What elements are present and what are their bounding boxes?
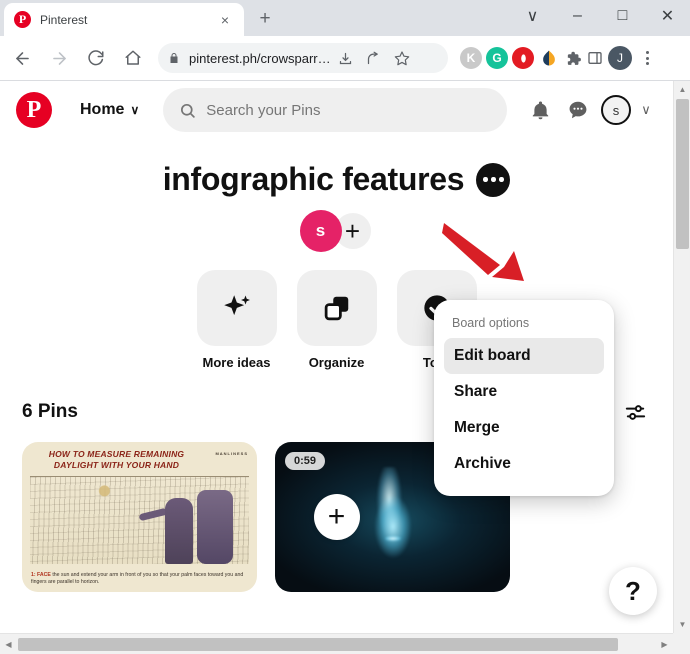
home-nav-button[interactable]: Home ∨ (68, 93, 151, 127)
browser-window: P Pinterest × + ∨ – □ ✕ pinterest.ph/cro… (0, 0, 690, 654)
chevron-down-icon: ∨ (130, 103, 140, 117)
vertical-scrollbar[interactable]: ▲ ▼ (673, 81, 690, 633)
search-input[interactable] (206, 101, 491, 119)
search-bar[interactable] (163, 88, 507, 132)
back-icon[interactable] (7, 43, 37, 73)
tile-label: More ideas (202, 355, 271, 370)
menu-item-edit-board[interactable]: Edit board (444, 338, 604, 374)
bell-icon[interactable] (523, 93, 557, 127)
bookmark-star-icon[interactable] (389, 45, 415, 71)
browser-tab-pinterest[interactable]: P Pinterest × (4, 3, 244, 36)
account-avatar[interactable]: s (601, 95, 631, 125)
maximize-button[interactable]: □ (600, 0, 645, 32)
forward-icon[interactable] (44, 43, 74, 73)
scroll-right-icon[interactable]: ▶ (656, 634, 673, 654)
board-title-row: infographic features (0, 161, 673, 198)
tab-title: Pinterest (40, 12, 88, 27)
page-viewport: P Home ∨ s ∨ infograph (0, 81, 673, 633)
tile-label: Organize (308, 355, 365, 370)
caption-step: 1: FACE (31, 571, 51, 578)
search-icon (179, 102, 196, 119)
menu-heading: Board options (452, 316, 530, 330)
kaspersky-extension-icon[interactable]: K (460, 47, 482, 69)
pins-count-label: 6 Pins (22, 401, 78, 422)
illustration-hiker-2 (197, 490, 233, 564)
minimize-button[interactable]: – (555, 0, 600, 32)
close-window-button[interactable]: ✕ (645, 0, 690, 32)
page-title: infographic features (162, 161, 465, 197)
chevron-down-icon[interactable]: ∨ (635, 93, 657, 127)
pinterest-logo-icon[interactable]: P (16, 92, 52, 128)
flame-creature-art (361, 467, 424, 564)
home-label: Home (80, 101, 125, 118)
menu-item-archive[interactable]: Archive (444, 446, 604, 482)
video-duration-badge: 0:59 (285, 452, 326, 470)
chat-bubble-icon[interactable] (561, 93, 595, 127)
install-app-icon[interactable] (333, 45, 359, 71)
horizontal-scrollbar[interactable]: ◀ ▶ (0, 633, 690, 654)
browser-menu-icon[interactable] (634, 43, 660, 73)
menu-item-merge[interactable]: Merge (444, 410, 604, 446)
share-icon[interactable] (361, 45, 387, 71)
pin-card-daylight-infographic[interactable]: HOW TO MEASURE REMAINING DAYLIGHT WITH Y… (22, 442, 257, 592)
tile-organize[interactable]: Organize (296, 270, 377, 370)
account-chevron-glyph: ∨ (641, 102, 651, 117)
flame-eye-glow (384, 536, 401, 542)
avatar[interactable]: s (299, 210, 342, 252)
honey-extension-icon[interactable] (538, 47, 560, 69)
pin-infographic-content: HOW TO MEASURE REMAINING DAYLIGHT WITH Y… (22, 442, 257, 592)
pin-infographic-illustration (30, 476, 249, 564)
board-more-options-button[interactable] (476, 162, 511, 197)
illustration-hiker-1 (165, 498, 193, 564)
browser-toolbar: pinterest.ph/crowsparr… K G J (0, 36, 690, 81)
home-icon[interactable] (118, 43, 148, 73)
grammarly-extension-icon[interactable]: G (486, 47, 508, 69)
browser-profile-avatar[interactable]: J (608, 46, 632, 70)
illustration-arm (138, 507, 168, 522)
pinterest-favicon-icon: P (14, 11, 31, 28)
add-pin-button[interactable]: + (313, 494, 360, 540)
scrollbar-corner (673, 633, 690, 654)
tab-strip: P Pinterest × + ∨ – □ ✕ (0, 0, 690, 36)
new-tab-button[interactable]: + (252, 5, 278, 31)
reload-icon[interactable] (81, 43, 111, 73)
filter-sliders-icon[interactable] (619, 396, 651, 428)
extension-icons: K G (460, 47, 604, 69)
url-text: pinterest.ph/crowsparr… (189, 50, 331, 66)
address-bar[interactable]: pinterest.ph/crowsparr… (158, 43, 448, 73)
close-icon[interactable]: × (216, 11, 234, 29)
tab-search-icon[interactable]: ∨ (510, 0, 555, 32)
help-button[interactable]: ? (609, 567, 657, 615)
pinterest-header: P Home ∨ s ∨ (0, 81, 673, 139)
pin-infographic-caption: 1: FACE the sun and extend your arm in f… (31, 572, 248, 587)
scroll-left-icon[interactable]: ◀ (0, 634, 17, 654)
pin-infographic-brand: MANLINESS (215, 451, 248, 456)
side-panel-icon[interactable] (586, 49, 604, 67)
extensions-puzzle-icon[interactable] (564, 49, 582, 67)
lock-icon (168, 52, 180, 64)
vertical-scroll-thumb[interactable] (676, 99, 689, 249)
opera-extension-icon[interactable] (512, 47, 534, 69)
horizontal-scroll-thumb[interactable] (18, 638, 618, 651)
tile-more-ideas[interactable]: More ideas (196, 270, 277, 370)
collaborators-row: s + (0, 210, 673, 252)
scroll-down-icon[interactable]: ▼ (674, 616, 690, 633)
menu-item-share[interactable]: Share (444, 374, 604, 410)
organize-squares-icon (296, 270, 377, 346)
caption-text: the sun and extend your arm in front of … (31, 571, 244, 586)
board-options-menu: Board options Edit board Share Merge Arc… (434, 300, 614, 496)
window-controls: ∨ – □ ✕ (510, 0, 690, 32)
sparkle-icon (196, 270, 277, 346)
scroll-up-icon[interactable]: ▲ (674, 81, 690, 98)
